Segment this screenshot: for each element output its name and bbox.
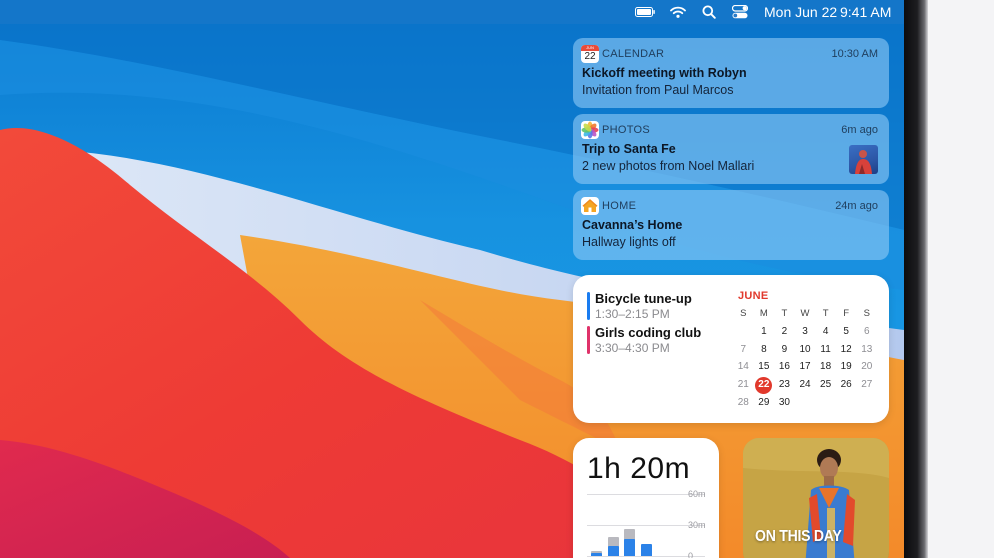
calendar-day <box>795 394 816 412</box>
calendar-day[interactable]: 11 <box>815 341 836 359</box>
weekday-label: M <box>759 308 768 319</box>
calendar-weekday-row: SMTWTFS <box>733 305 877 323</box>
calendar-day[interactable]: 25 <box>815 376 836 394</box>
calendar-day[interactable]: 17 <box>795 358 816 376</box>
calendar-day[interactable]: 1 <box>754 323 775 341</box>
event-color-bar <box>587 326 590 354</box>
calendar-day[interactable]: 2 <box>774 323 795 341</box>
calendar-day[interactable]: 27 <box>856 376 877 394</box>
menu-bar-time[interactable]: 9:41 AM <box>840 4 891 20</box>
desktop-screen: Mon Jun 22 9:41 AM JUN 22 CALENDAR 10:30… <box>0 0 904 558</box>
calendar-day[interactable]: 15 <box>754 358 775 376</box>
photos-app-icon <box>581 121 599 139</box>
event-title: Bicycle tune-up <box>595 291 692 306</box>
calendar-day[interactable]: 19 <box>836 358 857 376</box>
control-center-icon[interactable] <box>730 3 750 21</box>
calendar-day <box>815 394 836 412</box>
notification-time: 24m ago <box>835 200 878 212</box>
notification-app-name: HOME <box>602 200 637 212</box>
photo-memories-widget[interactable]: ON THIS DAY <box>743 438 889 558</box>
weekday-label: W <box>800 308 810 319</box>
calendar-day-today[interactable]: 22 <box>754 376 775 394</box>
memory-label: ON THIS DAY <box>755 528 842 545</box>
weekday-label: S <box>863 308 870 319</box>
calendar-day[interactable]: 29 <box>754 394 775 412</box>
wifi-icon[interactable] <box>668 3 688 21</box>
menu-bar-date[interactable]: Mon Jun 22 <box>764 4 837 20</box>
calendar-event[interactable]: Girls coding club 3:30–4:30 PM <box>587 325 701 355</box>
calendar-day[interactable]: 8 <box>754 341 775 359</box>
calendar-week-row: 7 8 9 10 11 12 13 <box>733 341 877 359</box>
calendar-day[interactable]: 12 <box>836 341 857 359</box>
notification-body: 2 new photos from Noel Mallari <box>582 159 755 173</box>
menu-bar: Mon Jun 22 9:41 AM <box>0 0 904 24</box>
weekday-label: F <box>843 308 850 319</box>
calendar-week-row: 14 15 16 17 18 19 20 <box>733 358 877 376</box>
weekday-label: T <box>781 308 788 319</box>
search-icon[interactable] <box>700 3 718 21</box>
calendar-day[interactable]: 26 <box>836 376 857 394</box>
event-color-bar <box>587 292 590 320</box>
axis-label: 30m <box>688 520 706 530</box>
battery-icon[interactable] <box>634 3 656 21</box>
calendar-day[interactable]: 16 <box>774 358 795 376</box>
calendar-day[interactable]: 13 <box>856 341 877 359</box>
notification-app-name: PHOTOS <box>602 124 651 136</box>
display-bezel <box>904 0 928 558</box>
home-app-icon <box>581 197 599 215</box>
event-time: 1:30–2:15 PM <box>595 307 670 321</box>
axis-label: 60m <box>688 489 706 499</box>
notification-title: Cavanna’s Home <box>582 218 683 232</box>
photo-thumbnail[interactable] <box>849 145 878 174</box>
calendar-event[interactable]: Bicycle tune-up 1:30–2:15 PM <box>587 291 692 321</box>
calendar-app-icon: JUN 22 <box>581 45 599 63</box>
calendar-day[interactable]: 5 <box>836 323 857 341</box>
usage-bar-primary <box>591 552 602 556</box>
calendar-widget[interactable]: Bicycle tune-up 1:30–2:15 PM Girls codin… <box>573 275 889 423</box>
calendar-month: JUNE <box>738 290 769 302</box>
calendar-week-row: 28 29 30 <box>733 394 877 412</box>
calendar-day[interactable]: 3 <box>795 323 816 341</box>
calendar-day[interactable]: 30 <box>774 394 795 412</box>
calendar-day[interactable]: 28 <box>733 394 754 412</box>
event-time: 3:30–4:30 PM <box>595 341 670 355</box>
calendar-day[interactable]: 7 <box>733 341 754 359</box>
calendar-day[interactable]: 4 <box>815 323 836 341</box>
calendar-day <box>856 394 877 412</box>
usage-bar-primary <box>640 543 652 556</box>
calendar-day[interactable]: 23 <box>774 376 795 394</box>
axis-label: 0 <box>688 551 694 558</box>
calendar-day[interactable]: 14 <box>733 358 754 376</box>
calendar-day[interactable]: 9 <box>774 341 795 359</box>
calendar-day <box>836 394 857 412</box>
weekday-label: S <box>740 308 747 319</box>
screen-time-total: 1h 20m <box>587 452 691 485</box>
calendar-day[interactable]: 6 <box>856 323 877 341</box>
weekday-label: T <box>822 308 829 319</box>
notification-title: Trip to Santa Fe <box>582 142 676 156</box>
notification-title: Kickoff meeting with Robyn <box>582 66 747 80</box>
notification-time: 6m ago <box>841 124 878 136</box>
calendar-day[interactable]: 21 <box>733 376 754 394</box>
calendar-week-row: 123456 <box>733 323 877 341</box>
usage-bar-primary <box>607 545 619 556</box>
calendar-grid: S M T W T F S 1 2 3 4 5 6 7 8 9 10 11 12 13 14 15 16 17 18 19 20 21… <box>733 305 877 412</box>
notification-body: Invitation from Paul Marcos <box>582 83 734 97</box>
calendar-day[interactable]: 18 <box>815 358 836 376</box>
calendar-week-row: 21 22 23 24 25 26 27 <box>733 376 877 394</box>
event-title: Girls coding club <box>595 325 702 340</box>
notification-home[interactable]: HOME 24m ago Cavanna’s Home Hallway ligh… <box>573 190 889 260</box>
notification-body: Hallway lights off <box>582 235 676 249</box>
notification-time: 10:30 AM <box>831 48 878 60</box>
notification-app-name: CALENDAR <box>602 48 665 60</box>
usage-bar-primary <box>624 539 635 556</box>
screen-time-widget[interactable]: 1h 20m 60m 30m 0 <box>573 438 719 558</box>
calendar-day <box>733 323 754 341</box>
calendar-day[interactable]: 20 <box>856 358 877 376</box>
notification-photos[interactable]: PHOTOS 6m ago Trip to Santa Fe 2 new pho… <box>573 114 889 184</box>
calendar-day[interactable]: 10 <box>795 341 816 359</box>
notification-calendar[interactable]: JUN 22 CALENDAR 10:30 AM Kickoff meeting… <box>573 38 889 108</box>
calendar-day[interactable]: 24 <box>795 376 816 394</box>
